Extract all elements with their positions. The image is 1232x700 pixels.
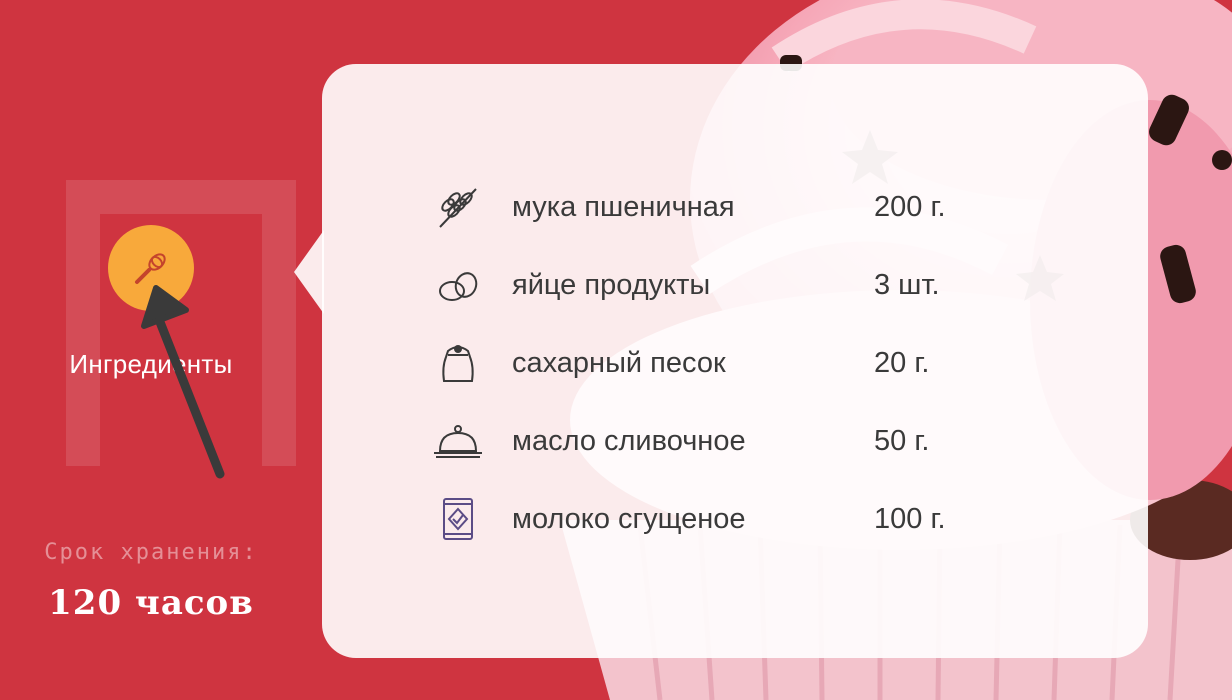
ingredient-row: сахарный песок 20 г. — [432, 324, 946, 402]
ingredient-qty: 3 шт. — [874, 268, 940, 301]
wheat-icon — [432, 181, 484, 233]
shelf-life-label: Срок хранения: — [44, 540, 258, 565]
ingredient-name: сахарный песок — [512, 346, 726, 379]
ingredient-name: масло сливочное — [512, 424, 746, 457]
whisk-icon — [135, 253, 166, 284]
eggs-icon — [432, 259, 484, 311]
shelf-life-value: 120 часов — [48, 583, 254, 623]
ingredient-row: масло сливочное 50 г. — [432, 402, 946, 480]
ingredient-qty: 50 г. — [874, 424, 930, 457]
ingredient-name: мука пшеничная — [512, 190, 735, 223]
ingredient-name: молоко сгущеное — [512, 502, 746, 535]
ingredient-row: яйце продукты 3 шт. — [432, 246, 946, 324]
shelf-life: Срок хранения: 120 часов — [20, 540, 282, 623]
ingredients-tab[interactable]: Ингредиенты — [20, 225, 282, 380]
ingredient-qty: 20 г. — [874, 346, 930, 379]
ingredient-row: мука пшеничная 200 г. — [432, 168, 946, 246]
ingredient-qty: 100 г. — [874, 502, 946, 535]
ingredients-button[interactable] — [108, 225, 194, 311]
ingredient-list: мука пшеничная 200 г. яйце продукты 3 шт… — [432, 168, 946, 558]
condensed-milk-can-icon — [432, 493, 484, 545]
ingredient-qty: 200 г. — [874, 190, 946, 223]
sugar-sack-icon — [432, 337, 484, 389]
panel-pointer — [294, 230, 324, 314]
ingredient-name: яйце продукты — [512, 268, 711, 301]
ingredients-label: Ингредиенты — [69, 349, 233, 379]
ingredient-row: молоко сгущеное 100 г. — [432, 480, 946, 558]
butter-dish-icon — [432, 415, 484, 467]
